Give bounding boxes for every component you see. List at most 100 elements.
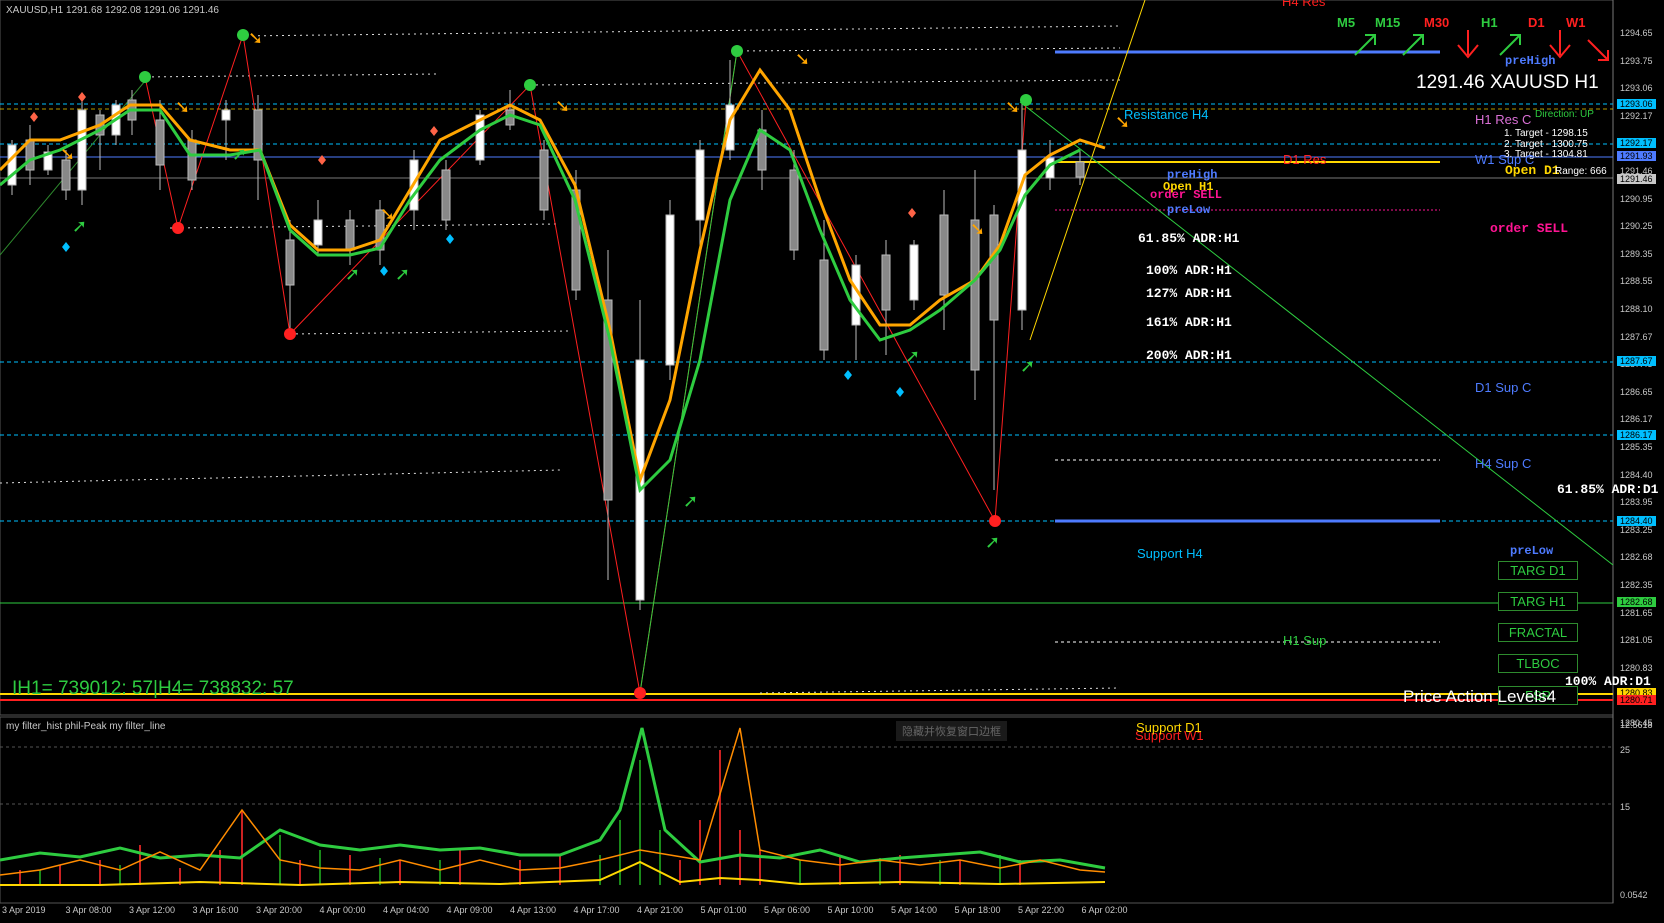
svg-text:➚: ➚: [985, 532, 1000, 553]
time-axis-label: 4 Apr 09:00: [446, 905, 493, 915]
price-axis-label: 1289.35: [1620, 248, 1653, 259]
price-axis-label: 1284.40: [1620, 469, 1653, 480]
main-pane-border: [0, 0, 1614, 716]
fractal-button[interactable]: FRACTAL: [1498, 623, 1578, 642]
tf-arrows: [1354, 30, 1609, 61]
svg-text:➘: ➘: [248, 28, 263, 49]
time-axis-label: 5 Apr 14:00: [891, 905, 938, 915]
price-chart[interactable]: ➘➘ ➘➚ ➚➚ ➚➘ ➘➚ ➘➚ ➘➘ ➚➚ ➘: [0, 0, 1664, 923]
candles: [7, 60, 1085, 610]
price-axis-label: 1285.35: [1620, 442, 1653, 452]
svg-text:➘: ➘: [970, 219, 985, 240]
adr-100-h1: 100% ADR:H1: [1146, 263, 1232, 278]
price-axis-label: 1283.95: [1620, 497, 1653, 508]
price-axis-label: 1286.17: [1620, 414, 1653, 425]
svg-text:➚: ➚: [72, 216, 87, 237]
svg-text:➚: ➚: [1020, 356, 1035, 377]
price-axis-label: 1292.17: [1620, 110, 1653, 121]
level-h1-sup: H1 Sup: [1283, 633, 1327, 648]
direction-label: Direction: UP: [1535, 109, 1594, 120]
current-price-label: 1291.46 XAUUSD H1: [1416, 72, 1599, 93]
sub-axis-label: 0.0542: [1620, 890, 1648, 900]
svg-text:➚: ➚: [395, 264, 410, 285]
tf-m30: M30: [1424, 15, 1450, 30]
level-support-h4: Support H4: [1137, 546, 1203, 561]
targ-d1-button[interactable]: TARG D1: [1498, 561, 1578, 580]
time-axis-label: 4 Apr 17:00: [573, 905, 620, 915]
level-support-d1: Support D1: [1136, 720, 1202, 735]
adr-200-h1: 200% ADR:H1: [1146, 348, 1232, 363]
order-sell-label: order SELL: [1490, 221, 1569, 236]
price-axis-label: 1280.83: [1620, 662, 1653, 673]
price-axis-label: 1286.65: [1620, 386, 1653, 397]
time-axis-label: 5 Apr 06:00: [764, 905, 811, 915]
time-axis-label: 5 Apr 18:00: [954, 905, 1001, 915]
price-tag: 1291.46: [1617, 174, 1656, 184]
time-axis-label: 3 Apr 2019: [2, 905, 46, 915]
svg-text:➚: ➚: [345, 264, 360, 285]
adr-6185-h1: 61.85% ADR:H1: [1138, 231, 1240, 246]
level-d1-res: D1 Res: [1283, 152, 1327, 167]
price-tag: 1284.40: [1617, 516, 1656, 526]
range-label: Range: 666: [1555, 166, 1607, 177]
svg-text:➘: ➘: [1005, 97, 1020, 118]
price-axis-label: 1288.55: [1620, 276, 1653, 287]
price-axis-label: 1281.65: [1620, 607, 1653, 618]
prehigh-label: preHigh: [1505, 54, 1556, 68]
price-tag: 1291.93: [1617, 151, 1656, 161]
price-axis-label: 1288.10: [1620, 304, 1653, 314]
time-axis-label: 4 Apr 04:00: [383, 905, 430, 915]
price-axis-label: 1287.67: [1620, 331, 1653, 342]
svg-text:➘: ➘: [60, 144, 75, 165]
adr-127-h1: 127% ADR:H1: [1146, 286, 1232, 301]
watermark-label: 隐藏并恢复窗口边框: [896, 721, 1007, 741]
tf-m15: M15: [1375, 15, 1401, 30]
time-axis-label: 6 Apr 02:00: [1081, 905, 1128, 915]
symbol-header: XAUUSD,H1 1291.68 1292.08 1291.06 1291.4…: [6, 5, 219, 16]
level-prelow: preLow: [1167, 203, 1211, 217]
price-tag: 1293.06: [1617, 99, 1656, 109]
tf-m5: M5: [1337, 15, 1356, 30]
tf-h1: H1: [1481, 15, 1498, 30]
time-axis-label: 5 Apr 10:00: [827, 905, 874, 915]
time-axis-label: 5 Apr 01:00: [700, 905, 747, 915]
level-d1-sup-c: D1 Sup C: [1475, 380, 1532, 395]
level-order-sell: order SELL: [1150, 188, 1223, 202]
adr-6185-d1: 61.85% ADR:D1: [1557, 482, 1659, 497]
svg-text:➚: ➚: [905, 346, 920, 367]
tf-d1: D1: [1528, 15, 1545, 30]
sub-axis-label: 25: [1620, 745, 1631, 755]
time-axis-label: 4 Apr 21:00: [637, 905, 684, 915]
svg-text:➘: ➘: [380, 204, 395, 225]
time-axis-label: 4 Apr 13:00: [510, 905, 557, 915]
level-lines: [0, 25, 1613, 701]
prelow-label: preLow: [1510, 544, 1554, 558]
tf-w1: W1: [1566, 15, 1586, 30]
time-axis-label: 3 Apr 20:00: [256, 905, 303, 915]
price-axis-label: 1293.06: [1620, 83, 1653, 94]
price-tag: 1282.68: [1617, 597, 1656, 607]
ih-readout: IH1= 739012: 57|H4= 738832: 57: [12, 678, 294, 699]
time-axis-label: 3 Apr 08:00: [65, 905, 112, 915]
svg-text:➘: ➘: [555, 96, 570, 117]
time-axis-label: 3 Apr 16:00: [192, 905, 239, 915]
price-tag: 1286.17: [1617, 430, 1656, 440]
tlboc-button[interactable]: TLBOC: [1498, 654, 1578, 673]
price-axis-label: 1293.75: [1620, 55, 1653, 66]
indicator-name-label: Price Action Levels4: [1403, 687, 1557, 706]
level-w1-sup-c: W1 Sup C: [1475, 152, 1535, 167]
level-h4-res: H4 Res: [1282, 0, 1326, 9]
svg-text:➚: ➚: [683, 491, 698, 512]
sub-axis-label: 12.5618: [1620, 720, 1653, 730]
time-axis-label: 5 Apr 22:00: [1018, 905, 1065, 915]
price-tag: 1292.17: [1617, 138, 1656, 148]
time-axis-label: 4 Apr 00:00: [319, 905, 366, 915]
price-axis-label: 1294.65: [1620, 28, 1653, 38]
svg-text:➚: ➚: [232, 144, 247, 165]
time-axis-label: 3 Apr 12:00: [129, 905, 176, 915]
price-axis-label: 1283.25: [1620, 524, 1653, 535]
price-axis-label: 1281.05: [1620, 635, 1653, 646]
targ-h1-button[interactable]: TARG H1: [1498, 592, 1578, 611]
price-axis-label: 1290.95: [1620, 193, 1653, 204]
adr-161-h1: 161% ADR:H1: [1146, 315, 1232, 330]
